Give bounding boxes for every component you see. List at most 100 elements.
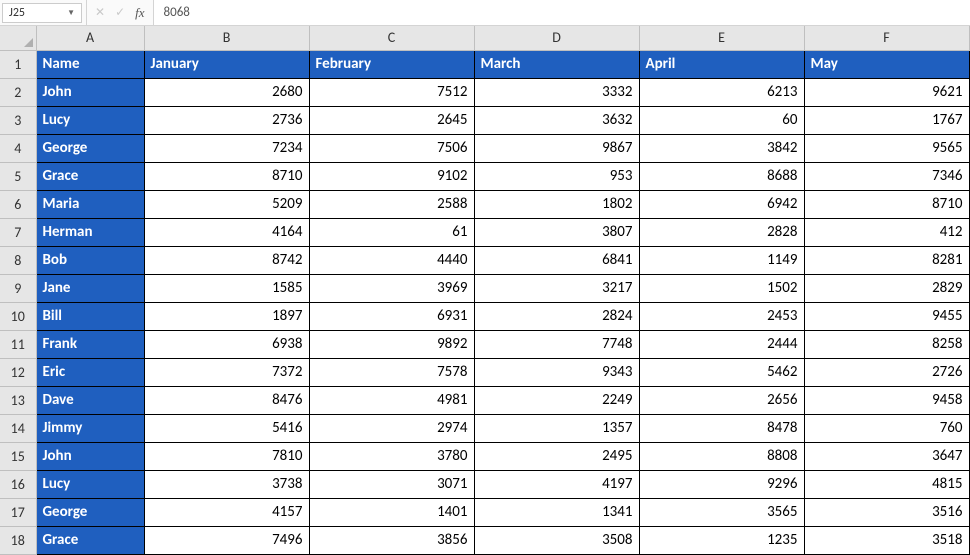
data-cell[interactable]: 2249: [474, 386, 639, 414]
column-header[interactable]: A: [36, 26, 144, 50]
data-cell[interactable]: 3969: [309, 274, 474, 302]
row-header[interactable]: 8: [0, 246, 36, 274]
data-cell[interactable]: 2736: [144, 106, 309, 134]
row-header[interactable]: 18: [0, 526, 36, 554]
data-cell[interactable]: 1502: [639, 274, 804, 302]
data-cell[interactable]: 1802: [474, 190, 639, 218]
data-cell[interactable]: 9296: [639, 470, 804, 498]
data-cell[interactable]: 3508: [474, 526, 639, 554]
data-cell[interactable]: 1585: [144, 274, 309, 302]
data-cell[interactable]: 4164: [144, 218, 309, 246]
data-cell[interactable]: 2645: [309, 106, 474, 134]
table-header-cell[interactable]: March: [474, 50, 639, 78]
data-cell[interactable]: 3071: [309, 470, 474, 498]
name-cell[interactable]: Maria: [36, 190, 144, 218]
data-cell[interactable]: 1235: [639, 526, 804, 554]
row-header[interactable]: 12: [0, 358, 36, 386]
data-cell[interactable]: 8742: [144, 246, 309, 274]
row-header[interactable]: 13: [0, 386, 36, 414]
name-cell[interactable]: John: [36, 442, 144, 470]
data-cell[interactable]: 1897: [144, 302, 309, 330]
name-cell[interactable]: Eric: [36, 358, 144, 386]
row-header[interactable]: 6: [0, 190, 36, 218]
data-cell[interactable]: 2680: [144, 78, 309, 106]
row-header[interactable]: 9: [0, 274, 36, 302]
column-header[interactable]: C: [309, 26, 474, 50]
row-header[interactable]: 1: [0, 50, 36, 78]
data-cell[interactable]: 3842: [639, 134, 804, 162]
data-cell[interactable]: 3217: [474, 274, 639, 302]
data-cell[interactable]: 2829: [804, 274, 969, 302]
row-header[interactable]: 5: [0, 162, 36, 190]
data-cell[interactable]: 9867: [474, 134, 639, 162]
data-cell[interactable]: 3332: [474, 78, 639, 106]
name-cell[interactable]: Frank: [36, 330, 144, 358]
data-cell[interactable]: 3516: [804, 498, 969, 526]
data-cell[interactable]: 3518: [804, 526, 969, 554]
data-cell[interactable]: 2726: [804, 358, 969, 386]
name-cell[interactable]: Lucy: [36, 470, 144, 498]
data-cell[interactable]: 2453: [639, 302, 804, 330]
data-cell[interactable]: 953: [474, 162, 639, 190]
data-cell[interactable]: 9458: [804, 386, 969, 414]
name-cell[interactable]: George: [36, 134, 144, 162]
data-cell[interactable]: 6942: [639, 190, 804, 218]
row-header[interactable]: 10: [0, 302, 36, 330]
data-cell[interactable]: 8808: [639, 442, 804, 470]
data-cell[interactable]: 7810: [144, 442, 309, 470]
name-cell[interactable]: Grace: [36, 526, 144, 554]
confirm-icon[interactable]: ✓: [115, 5, 125, 20]
data-cell[interactable]: 6213: [639, 78, 804, 106]
data-cell[interactable]: 7496: [144, 526, 309, 554]
data-cell[interactable]: 9343: [474, 358, 639, 386]
data-cell[interactable]: 61: [309, 218, 474, 246]
data-cell[interactable]: 2974: [309, 414, 474, 442]
row-header[interactable]: 16: [0, 470, 36, 498]
row-header[interactable]: 15: [0, 442, 36, 470]
row-header[interactable]: 7: [0, 218, 36, 246]
dropdown-arrow-icon[interactable]: ▼: [67, 8, 75, 18]
data-cell[interactable]: 8258: [804, 330, 969, 358]
cancel-icon[interactable]: ✕: [95, 5, 105, 20]
data-cell[interactable]: 2824: [474, 302, 639, 330]
data-cell[interactable]: 8281: [804, 246, 969, 274]
data-cell[interactable]: 3856: [309, 526, 474, 554]
data-cell[interactable]: 6938: [144, 330, 309, 358]
data-cell[interactable]: 8688: [639, 162, 804, 190]
data-cell[interactable]: 4197: [474, 470, 639, 498]
data-cell[interactable]: 7234: [144, 134, 309, 162]
data-cell[interactable]: 9621: [804, 78, 969, 106]
data-cell[interactable]: 8710: [804, 190, 969, 218]
name-cell[interactable]: Dave: [36, 386, 144, 414]
data-cell[interactable]: 1401: [309, 498, 474, 526]
data-cell[interactable]: 7578: [309, 358, 474, 386]
name-cell[interactable]: Jane: [36, 274, 144, 302]
data-cell[interactable]: 60: [639, 106, 804, 134]
name-cell[interactable]: Bob: [36, 246, 144, 274]
name-cell[interactable]: Bill: [36, 302, 144, 330]
data-cell[interactable]: 4981: [309, 386, 474, 414]
data-cell[interactable]: 7346: [804, 162, 969, 190]
column-header[interactable]: D: [474, 26, 639, 50]
name-box[interactable]: J25 ▼: [2, 3, 82, 23]
data-cell[interactable]: 4440: [309, 246, 474, 274]
column-header[interactable]: E: [639, 26, 804, 50]
data-cell[interactable]: 3647: [804, 442, 969, 470]
data-cell[interactable]: 9565: [804, 134, 969, 162]
data-cell[interactable]: 760: [804, 414, 969, 442]
table-header-cell[interactable]: January: [144, 50, 309, 78]
select-all-corner[interactable]: [0, 26, 36, 50]
name-cell[interactable]: Jimmy: [36, 414, 144, 442]
data-cell[interactable]: 2656: [639, 386, 804, 414]
data-cell[interactable]: 9102: [309, 162, 474, 190]
data-cell[interactable]: 8710: [144, 162, 309, 190]
data-cell[interactable]: 3807: [474, 218, 639, 246]
name-cell[interactable]: Herman: [36, 218, 144, 246]
data-cell[interactable]: 2828: [639, 218, 804, 246]
data-cell[interactable]: 1149: [639, 246, 804, 274]
table-header-cell[interactable]: April: [639, 50, 804, 78]
formula-input[interactable]: 8068: [153, 0, 970, 25]
data-cell[interactable]: 4157: [144, 498, 309, 526]
table-header-cell[interactable]: Name: [36, 50, 144, 78]
row-header[interactable]: 17: [0, 498, 36, 526]
